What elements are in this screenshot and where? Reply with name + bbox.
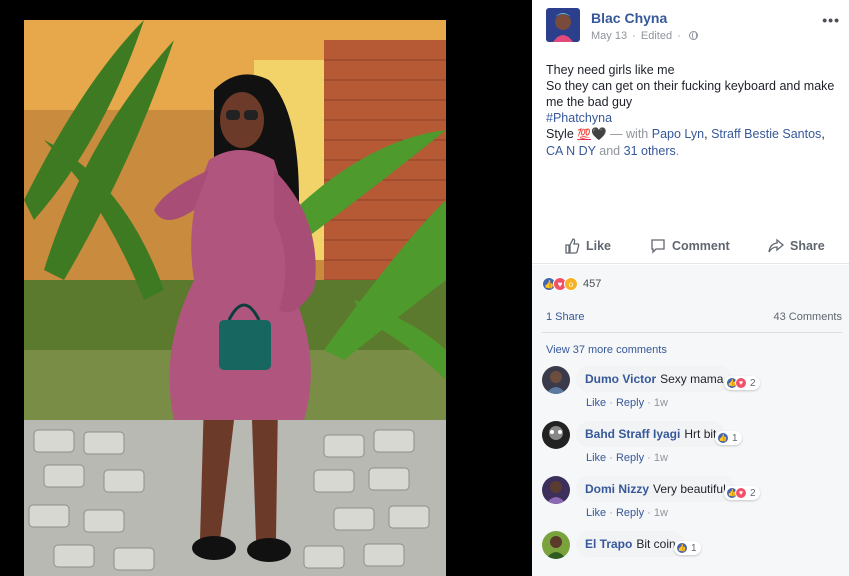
post-actions: Like Comment Share	[532, 232, 849, 264]
comment-bubble: Bahd Straff Iyagi Hrt bit	[576, 421, 726, 447]
comment-count-link[interactable]: 43 Comments	[774, 311, 842, 323]
dot: ·	[609, 507, 613, 519]
dot: ·	[609, 397, 613, 409]
globe-icon[interactable]	[688, 31, 698, 40]
comment-label: Comment	[672, 239, 730, 253]
dot: ·	[647, 397, 651, 409]
with-text: — with	[610, 127, 649, 141]
share-button[interactable]: Share	[768, 238, 825, 254]
comment-reactions[interactable]: 👍 ♥ 2	[724, 486, 760, 500]
and-text: and	[599, 144, 621, 158]
share-count-link[interactable]: 1 Share	[546, 311, 585, 323]
comment-time[interactable]: 1w	[654, 507, 668, 519]
share-label: Share	[790, 239, 825, 253]
comment-bubble: Domi Nizzy Very beautiful	[576, 476, 735, 502]
comment-reaction-count: 1	[691, 542, 697, 554]
reaction-count[interactable]: 457	[583, 278, 601, 290]
tagged-user-candy[interactable]: CA N DY	[546, 144, 596, 158]
edited-label[interactable]: Edited	[641, 30, 672, 42]
comma: ,	[704, 127, 708, 141]
love-reaction-icon: ♥	[735, 487, 747, 499]
tagged-user-straff-bestie-santos[interactable]: Straff Bestie Santos	[711, 127, 821, 141]
comment-time[interactable]: 1w	[654, 397, 668, 409]
dot: ·	[647, 452, 651, 464]
commenter-name[interactable]: El Trapo	[585, 537, 632, 551]
comment-bubble: El Trapo Bit coin	[576, 531, 685, 557]
comment-time[interactable]: 1w	[654, 452, 668, 464]
comment-text: Very beautiful	[653, 482, 726, 496]
photo-viewer	[0, 0, 532, 576]
dot: ·	[609, 452, 613, 464]
comment-reactions[interactable]: 👍 1	[674, 541, 701, 555]
comment-button[interactable]: Comment	[650, 238, 730, 254]
thumbs-up-icon	[565, 238, 580, 254]
commenter-avatar[interactable]	[542, 421, 570, 449]
commenter-name[interactable]: Bahd Straff Iyagi	[585, 427, 680, 441]
commenter-avatar[interactable]	[542, 531, 570, 559]
like-label: Like	[586, 239, 612, 253]
post-meta: May 13 · Edited ·	[591, 30, 698, 42]
feedback-section: 👍 ♥ o 457 1 Share 43 Comments View 37 mo…	[532, 265, 849, 576]
comment-bubble: Dumo Victor Sexy mama	[576, 366, 733, 392]
comment-reactions[interactable]: 👍 1	[715, 431, 742, 445]
commenter-avatar[interactable]	[542, 476, 570, 504]
comment-icon	[651, 239, 665, 254]
like-reaction-icon: 👍	[717, 432, 729, 444]
author-name[interactable]: Blac Chyna	[591, 10, 667, 26]
comment-reactions[interactable]: 👍 ♥ 2	[724, 376, 760, 390]
comment-like-link[interactable]: Like	[586, 452, 606, 464]
comment-actions: Like · Reply · 1w	[586, 452, 668, 464]
dot: ·	[647, 507, 651, 519]
comment-reaction-count: 1	[732, 432, 738, 444]
meta-separator-2: ·	[677, 30, 681, 42]
comma: ,	[821, 127, 825, 141]
like-button[interactable]: Like	[564, 238, 611, 254]
comment-text: Hrt bit	[684, 427, 717, 441]
comment-text: Bit coin	[636, 537, 676, 551]
love-reaction-icon: ♥	[735, 377, 747, 389]
hundred-emoji-icon: 💯	[577, 129, 591, 141]
post-text-line: They need girls like me	[546, 63, 675, 77]
reactions-summary[interactable]: 👍 ♥ o 457	[542, 277, 601, 291]
post-header: Blac Chyna May 13 · Edited · •••	[546, 6, 846, 50]
author-avatar[interactable]	[546, 8, 580, 42]
divider	[542, 332, 842, 333]
post-text-line: So they can get on their fucking keyboar…	[546, 79, 835, 109]
hashtag-link[interactable]: #Phatchyna	[546, 110, 842, 126]
wow-reaction-icon: o	[564, 277, 578, 291]
period: .	[675, 144, 680, 158]
view-more-comments-link[interactable]: View 37 more comments	[546, 344, 667, 356]
comment-actions: Like · Reply · 1w	[586, 507, 668, 519]
black-heart-emoji-icon: 🖤	[590, 127, 607, 141]
post-text: They need girls like me So they can get …	[546, 62, 842, 159]
comment-like-link[interactable]: Like	[586, 397, 606, 409]
post-photo[interactable]	[24, 20, 446, 576]
commenter-name[interactable]: Domi Nizzy	[585, 482, 649, 496]
comment-reaction-count: 2	[750, 377, 756, 389]
tagged-user-papo-lyn[interactable]: Papo Lyn	[652, 127, 704, 141]
comment-actions: Like · Reply · 1w	[586, 397, 668, 409]
style-text: Style	[546, 127, 574, 141]
comment-reply-link[interactable]: Reply	[616, 397, 644, 409]
style-line: Style 💯🖤 — with Papo Lyn, Straff Bestie …	[546, 126, 842, 159]
comment-text: Sexy mama	[660, 372, 724, 386]
comment-reply-link[interactable]: Reply	[616, 507, 644, 519]
tagged-others-link[interactable]: 31 others	[624, 144, 676, 158]
post-date[interactable]: May 13	[591, 30, 627, 42]
more-options-button[interactable]: •••	[822, 12, 840, 28]
comment-reaction-count: 2	[750, 487, 756, 499]
comment-reply-link[interactable]: Reply	[616, 452, 644, 464]
commenter-name[interactable]: Dumo Victor	[585, 372, 656, 386]
like-reaction-icon: 👍	[676, 542, 688, 554]
comment-like-link[interactable]: Like	[586, 507, 606, 519]
post-side-panel: Blac Chyna May 13 · Edited · ••• They ne…	[532, 0, 849, 576]
commenter-avatar[interactable]	[542, 366, 570, 394]
meta-separator: ·	[632, 30, 636, 42]
share-icon	[768, 238, 784, 253]
